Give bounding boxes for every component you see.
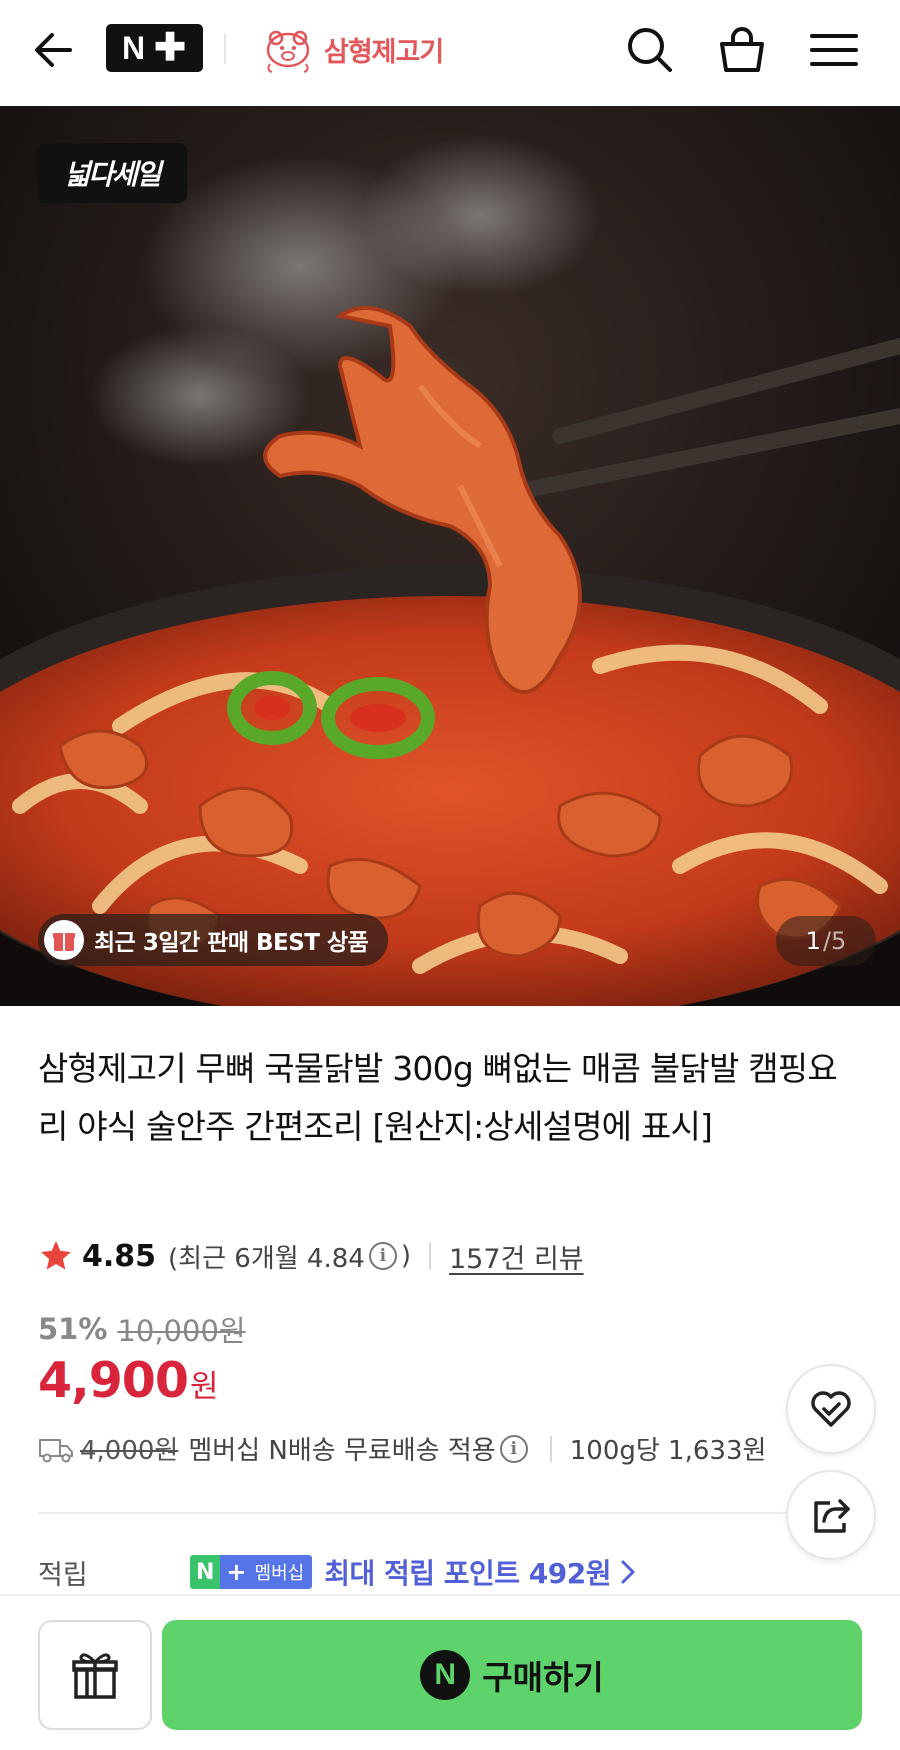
truck-icon (39, 1438, 73, 1462)
unit-price: 100g당 1,633원 (569, 1436, 767, 1466)
best-chip-text: 최근 3일간 판매 BEST 상품 (94, 930, 369, 956)
wishlist-button[interactable] (786, 1364, 876, 1454)
share-icon (814, 1499, 850, 1533)
divider (549, 1435, 552, 1462)
product-image-carousel[interactable]: 넓다세일 최근 3일간 판매 BEST 상품 1/5 (0, 106, 900, 1006)
spicy-chicken-feet-photo (0, 106, 900, 1006)
naver-plus-logo[interactable]: N ✚ (106, 24, 203, 72)
gift-button[interactable] (38, 1620, 152, 1730)
original-price: 10,000원 (117, 1314, 246, 1348)
sale-badge: 넓다세일 (37, 143, 187, 203)
max-points-text: 최대 적립 포인트 492원 (324, 1557, 611, 1590)
info-icon[interactable]: i (499, 1434, 528, 1463)
naver-pay-icon: N (420, 1650, 471, 1700)
logo-divider (224, 34, 226, 64)
price-row: 4,900 원 (38, 1352, 219, 1409)
sale-price: 4,900 (38, 1352, 189, 1409)
back-arrow-icon[interactable] (30, 26, 78, 74)
share-button[interactable] (786, 1470, 876, 1560)
product-title: 삼형제고기 무뼈 국물닭발 300g 뼈없는 매콤 불닭발 캠핑요리 야식 술안… (38, 1049, 838, 1146)
rating-score: 4.85 (82, 1238, 157, 1274)
pager-current: 1 (805, 927, 821, 955)
section-divider (38, 1512, 862, 1514)
star-icon (41, 1241, 71, 1270)
buy-button-label: 구매하기 (482, 1658, 604, 1697)
shipping-row: 4,000원 멤버십 N배송 무료배송 적용 i 100g당 1,633원 (38, 1430, 766, 1467)
search-icon[interactable] (622, 22, 678, 78)
currency-unit: 원 (190, 1369, 219, 1405)
brand-name: 삼형제고기 (324, 36, 444, 68)
reviews-link[interactable]: 157건 리뷰 (449, 1237, 584, 1276)
recent-rating-text: (최근 6개월 4.84 (168, 1243, 365, 1274)
shipping-original-fee: 4,000원 (80, 1436, 179, 1466)
image-pager: 1/5 (776, 916, 876, 966)
plus-icon: ✚ (154, 27, 187, 69)
discount-row: 51% 10,000원 (38, 1308, 246, 1350)
menu-icon[interactable] (806, 22, 862, 78)
pager-total: /5 (822, 927, 847, 955)
discount-percent: 51% (38, 1312, 108, 1346)
nplus-membership-badge: N + 멤버십 (190, 1555, 313, 1589)
chevron-right-icon (621, 1560, 635, 1584)
rating-row: 4.85 (최근 6개월 4.84 i ) 157건 리뷰 (38, 1236, 584, 1276)
buy-button[interactable]: N 구매하기 (162, 1620, 862, 1730)
shipping-text: 멤버십 N배송 무료배송 적용 (188, 1436, 496, 1466)
bottom-action-bar: N 구매하기 (0, 1594, 900, 1750)
points-label: 적립 (38, 1559, 88, 1591)
points-row[interactable]: 적립 N + 멤버십 최대 적립 포인트 492원 (38, 1552, 639, 1592)
brand-logo[interactable]: 삼형제고기 (258, 24, 444, 74)
best-seller-chip: 최근 3일간 판매 BEST 상품 (38, 914, 389, 966)
gift-icon (72, 1653, 118, 1699)
top-header: N ✚ 삼형제고기 (0, 0, 900, 106)
recent-rating: (최근 6개월 4.84 i ) (168, 1238, 411, 1275)
recent-rating-close: ) (400, 1241, 411, 1271)
gift-box-icon (44, 920, 84, 960)
heart-check-icon (811, 1391, 851, 1427)
pig-mascot-icon (266, 30, 310, 73)
divider (428, 1243, 431, 1269)
info-icon[interactable]: i (368, 1242, 397, 1270)
shopping-bag-icon[interactable] (714, 22, 770, 78)
